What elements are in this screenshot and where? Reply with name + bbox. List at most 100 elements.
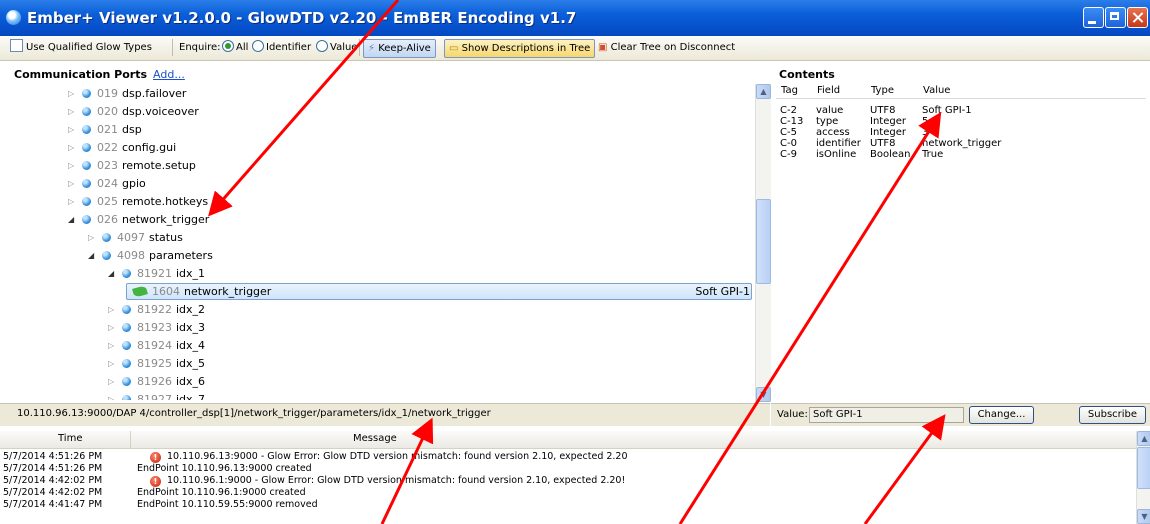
- collapsed-triangle-icon[interactable]: ▷: [68, 175, 74, 193]
- log-scroll-up-button[interactable]: ▲: [1137, 431, 1150, 446]
- log-row[interactable]: 5/7/2014 4:42:02 PM EndPoint 10.110.96.1:…: [0, 487, 1130, 499]
- tree-node-number: 4098: [117, 249, 145, 262]
- tree-node-number: 020: [97, 105, 118, 118]
- tree-node[interactable]: ▷ 81922 idx_2: [14, 301, 754, 319]
- contents-row[interactable]: C-0 identifier UTF8 network_trigger: [780, 138, 1140, 149]
- log-scrollbar[interactable]: ▲ ▼: [1136, 431, 1150, 524]
- tree-node[interactable]: 1604 network_trigger Soft GPI-1: [14, 283, 754, 301]
- tree-node-label: network_trigger: [122, 213, 210, 226]
- maximize-button[interactable]: [1105, 7, 1126, 28]
- tree-node[interactable]: ▷ 019 dsp.failover: [14, 85, 754, 103]
- collapsed-triangle-icon[interactable]: ▷: [108, 373, 114, 391]
- subscribe-button[interactable]: Subscribe: [1079, 406, 1146, 424]
- log-header: Time Message: [0, 431, 1136, 449]
- contents-row[interactable]: C-13 type Integer 5: [780, 116, 1140, 127]
- log-rows: 5/7/2014 4:51:26 PM! 10.110.96.13:9000 - …: [0, 451, 1136, 524]
- tree-node[interactable]: ◢ 81921 idx_1: [14, 265, 754, 283]
- collapsed-triangle-icon[interactable]: ▷: [108, 391, 114, 400]
- add-port-link[interactable]: Add...: [153, 68, 185, 81]
- message-log: Time Message 5/7/2014 4:51:26 PM! 10.110.…: [0, 431, 1136, 524]
- tree-node-label: idx_3: [176, 321, 206, 334]
- log-row[interactable]: 5/7/2014 4:51:26 PM EndPoint 10.110.96.13…: [0, 463, 1130, 475]
- tree-node[interactable]: ▷ 022 config.gui: [14, 139, 754, 157]
- log-row[interactable]: 5/7/2014 4:51:26 PM! 10.110.96.13:9000 - …: [0, 451, 1130, 463]
- clear-tree-toggle[interactable]: ▣ Clear Tree on Disconnect: [598, 39, 735, 56]
- collapsed-triangle-icon[interactable]: ▷: [108, 301, 114, 319]
- minimize-button[interactable]: [1083, 7, 1104, 28]
- collapsed-triangle-icon[interactable]: ▷: [108, 355, 114, 373]
- qualified-glow-types-toggle[interactable]: Use Qualified Glow Types: [10, 39, 152, 56]
- tree-node[interactable]: ▷ 81924 idx_4: [14, 337, 754, 355]
- change-button[interactable]: Change...: [969, 406, 1034, 424]
- collapsed-triangle-icon[interactable]: ▷: [68, 157, 74, 175]
- tree-node[interactable]: ▷ 81926 idx_6: [14, 373, 754, 391]
- value-input[interactable]: Soft GPI-1: [809, 407, 964, 423]
- contents-row[interactable]: C-9 isOnline Boolean True: [780, 149, 1140, 160]
- contents-cell-tag: C-0: [780, 138, 797, 149]
- tree-scroll-thumb[interactable]: [756, 199, 771, 284]
- collapsed-triangle-icon[interactable]: ▷: [68, 85, 74, 103]
- tree-node[interactable]: ▷ 81923 idx_3: [14, 319, 754, 337]
- enquire-value-radio[interactable]: Value: [316, 39, 357, 56]
- tree-node[interactable]: ▷ 021 dsp: [14, 121, 754, 139]
- node-icon: [122, 377, 131, 386]
- collapsed-triangle-icon[interactable]: ▷: [68, 193, 74, 211]
- keep-alive-button[interactable]: ⚡ Keep-Alive: [363, 39, 436, 58]
- node-icon: [82, 179, 91, 188]
- collapsed-triangle-icon[interactable]: ▷: [108, 337, 114, 355]
- enquire-identifier-label: Identifier: [266, 42, 312, 53]
- tree-node[interactable]: ▷ 024 gpio: [14, 175, 754, 193]
- collapsed-triangle-icon[interactable]: ▷: [108, 319, 114, 337]
- enquire-identifier-radio[interactable]: Identifier: [252, 39, 311, 56]
- contents-row[interactable]: C-2 value UTF8 Soft GPI-1: [780, 105, 1140, 116]
- tree-node-number: 1604: [152, 285, 180, 298]
- expanded-triangle-icon[interactable]: ◢: [68, 211, 74, 229]
- log-row[interactable]: 5/7/2014 4:42:02 PM! 10.110.96.1:9000 - G…: [0, 475, 1130, 487]
- log-scroll-down-button[interactable]: ▼: [1137, 509, 1150, 524]
- collapsed-triangle-icon[interactable]: ▷: [68, 139, 74, 157]
- contents-cell-type: UTF8: [870, 105, 896, 116]
- log-row[interactable]: 5/7/2014 4:41:47 PM EndPoint 10.110.59.55…: [0, 499, 1130, 511]
- tree-node-label: idx_2: [176, 303, 206, 316]
- contents-row[interactable]: C-5 access Integer 3: [780, 127, 1140, 138]
- scroll-down-button[interactable]: ▼: [756, 387, 771, 402]
- close-button[interactable]: [1127, 7, 1148, 28]
- tree-node[interactable]: ▷ 023 remote.setup: [14, 157, 754, 175]
- show-descriptions-button[interactable]: ▭ Show Descriptions in Tree: [444, 39, 596, 58]
- contents-cell-type: Boolean: [870, 149, 911, 160]
- tree-node[interactable]: ▷ 4097 status: [14, 229, 754, 247]
- contents-cell-type: Integer: [870, 127, 906, 138]
- log-message: EndPoint 10.110.59.55:9000 removed: [137, 499, 318, 511]
- tree-node-number: 024: [97, 177, 118, 190]
- tree-node[interactable]: ▷ 81927 idx_7: [14, 391, 754, 400]
- log-message-text: 10.110.96.1:9000 - Glow Error: Glow DTD …: [167, 475, 626, 486]
- tree-node-label: status: [149, 231, 183, 244]
- enquire-all-radio[interactable]: All: [222, 39, 248, 56]
- expanded-triangle-icon[interactable]: ◢: [88, 247, 94, 265]
- collapsed-triangle-icon[interactable]: ▷: [68, 121, 74, 139]
- ember-viewer-window: Ember+ Viewer v1.2.0.0 - GlowDTD v2.20 -…: [0, 0, 1150, 524]
- keep-alive-label: Keep-Alive: [378, 43, 431, 54]
- log-scroll-thumb[interactable]: [1137, 447, 1150, 489]
- tree-node[interactable]: ◢ 026 network_trigger: [14, 211, 754, 229]
- scroll-up-button[interactable]: ▲: [756, 84, 771, 99]
- expanded-triangle-icon[interactable]: ◢: [108, 265, 114, 283]
- tree-node-number: 026: [97, 213, 118, 226]
- tree-node-number: 81925: [137, 357, 172, 370]
- contents-table-header: Tag Field Type Value: [776, 84, 1146, 99]
- log-message: ! 10.110.96.13:9000 - Glow Error: Glow DT…: [137, 451, 628, 463]
- tree-node[interactable]: ▷ 025 remote.hotkeys: [14, 193, 754, 211]
- toolbar: Use Qualified Glow Types Enquire: All Id…: [0, 36, 1150, 61]
- log-message-text: EndPoint 10.110.96.1:9000 created: [137, 487, 306, 498]
- tree-node-value: Soft GPI-1: [695, 285, 750, 298]
- tree-node-number: 81922: [137, 303, 172, 316]
- tree-node-label: idx_4: [176, 339, 206, 352]
- tree-node[interactable]: ◢ 4098 parameters: [14, 247, 754, 265]
- collapsed-triangle-icon[interactable]: ▷: [68, 103, 74, 121]
- ember-tree[interactable]: ▷ 019 dsp.failover ▷ 020 dsp.voiceover ▷ 021 dsp…: [14, 84, 754, 400]
- tree-scrollbar[interactable]: ▲ ▼: [755, 84, 771, 402]
- collapsed-triangle-icon[interactable]: ▷: [88, 229, 94, 247]
- tree-node[interactable]: ▷ 020 dsp.voiceover: [14, 103, 754, 121]
- tree-node[interactable]: ▷ 81925 idx_5: [14, 355, 754, 373]
- contents-cell-value: Soft GPI-1: [922, 105, 972, 116]
